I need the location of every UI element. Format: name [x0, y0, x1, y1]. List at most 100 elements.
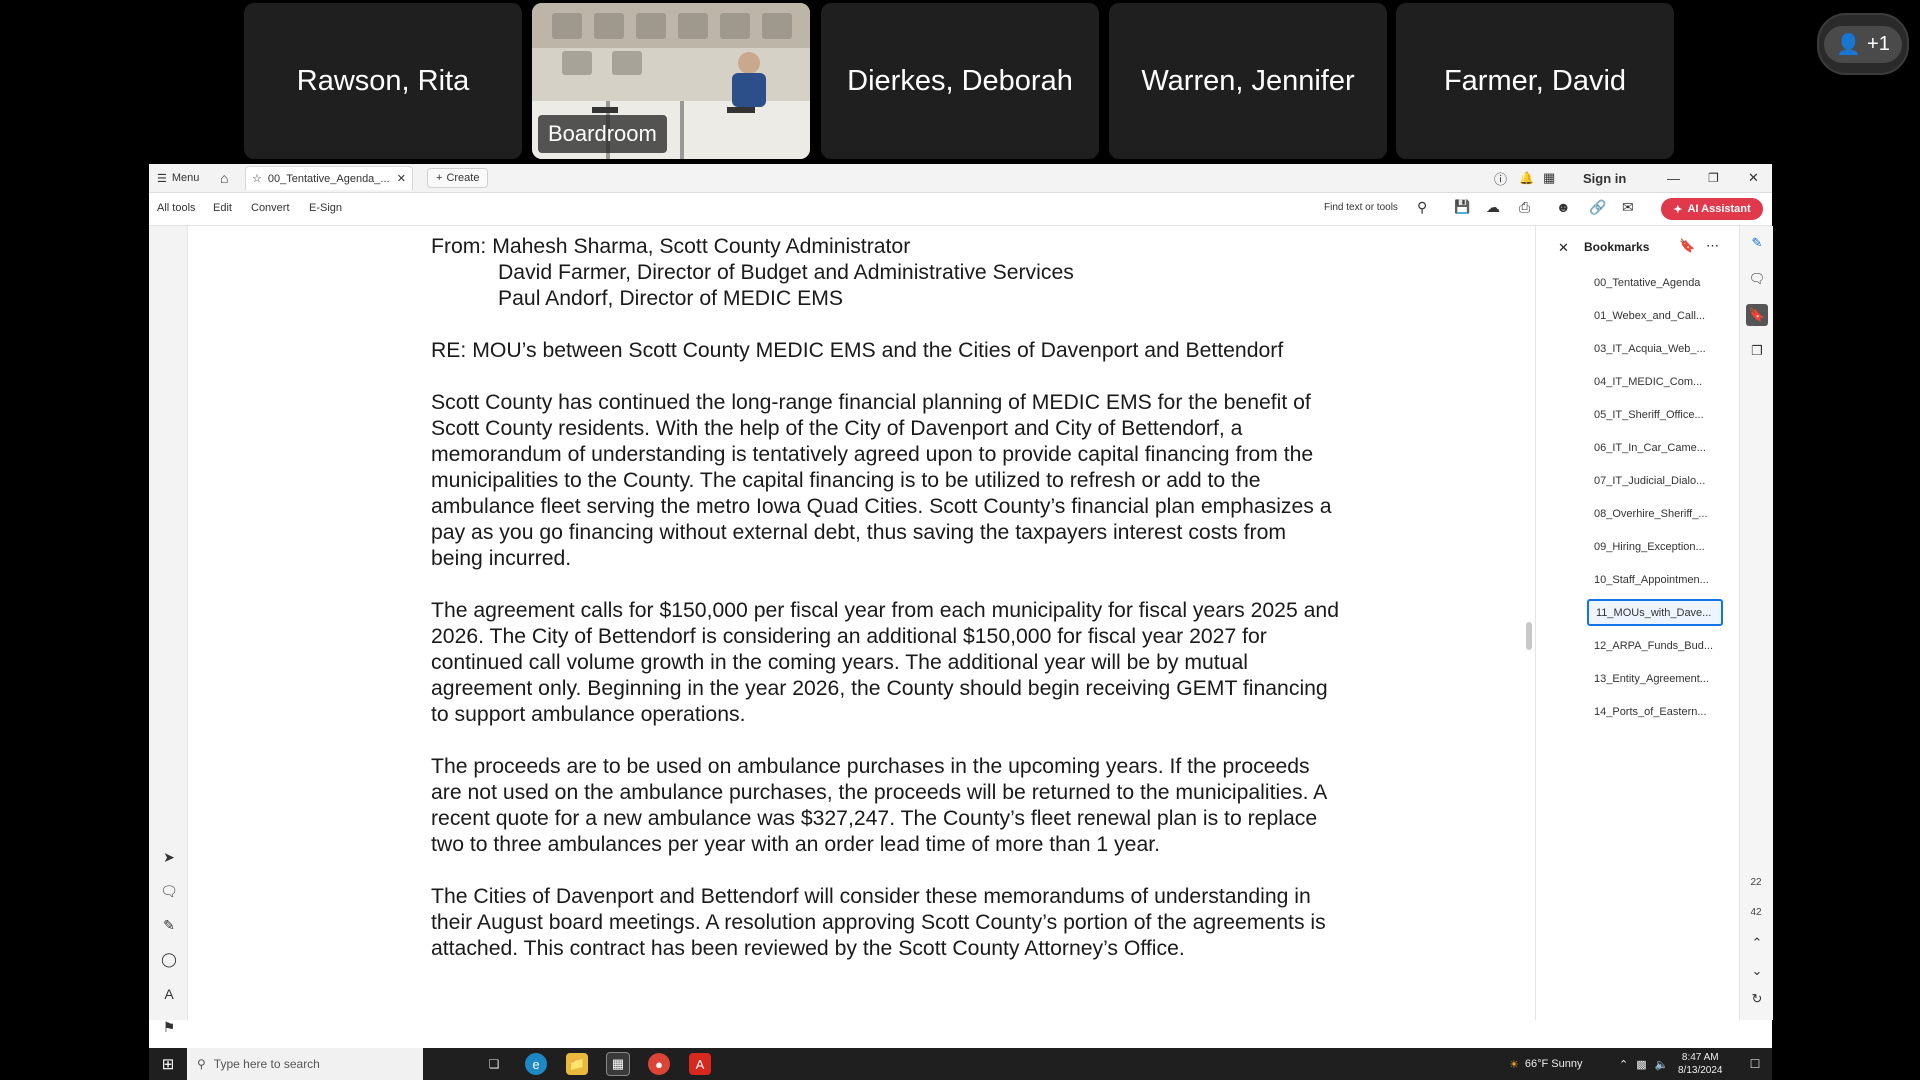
- minimize-icon[interactable]: —: [1667, 164, 1680, 192]
- network-icon[interactable]: ▩: [1636, 1058, 1646, 1071]
- notifications-icon[interactable]: ☐: [1742, 1048, 1768, 1080]
- current-page-number[interactable]: 22: [1743, 877, 1769, 888]
- text-line: memorandum of understanding is tentative…: [431, 443, 1314, 466]
- store-icon[interactable]: ▦: [603, 1048, 633, 1080]
- comment-icon[interactable]: 🗨: [1746, 268, 1768, 290]
- bookmark-item[interactable]: 14_Ports_of_Eastern...: [1587, 698, 1723, 725]
- close-panel-icon[interactable]: ✕: [1558, 240, 1569, 256]
- more-participants-button[interactable]: 👤 +1: [1817, 13, 1909, 75]
- bookmark-item[interactable]: 05_IT_Sheriff_Office...: [1587, 401, 1723, 428]
- system-tray: ⌃ ▩ 🔈: [1619, 1048, 1668, 1080]
- draw-shape-icon[interactable]: ◯: [158, 948, 180, 971]
- system-clock[interactable]: 8:47 AM 8/13/2024: [1678, 1051, 1723, 1077]
- text-box-icon[interactable]: A: [158, 982, 180, 1005]
- text-line: attached. This contract has been reviewe…: [431, 937, 1185, 960]
- document-page: From: Mahesh Sharma, Scott County Admini…: [431, 234, 1371, 962]
- document-view[interactable]: From: Mahesh Sharma, Scott County Admini…: [187, 226, 1661, 1020]
- participant-name: Farmer, David: [1443, 64, 1627, 97]
- notification-icon[interactable]: 🔔: [1519, 164, 1534, 192]
- bookmark-item[interactable]: 09_Hiring_Exception...: [1587, 533, 1723, 560]
- video-tile-boardroom[interactable]: Boardroom: [532, 3, 810, 159]
- left-tool-rail: ➤ 🗨 ✎ ◯ A ⚑ ⋯: [149, 226, 187, 1073]
- bookmark-item[interactable]: 13_Entity_Agreement...: [1587, 665, 1723, 692]
- select-cursor-icon[interactable]: ➤: [158, 846, 180, 869]
- close-tab-icon[interactable]: ✕: [397, 172, 406, 185]
- star-icon[interactable]: ☆: [252, 172, 262, 185]
- chrome-icon[interactable]: ●: [644, 1048, 674, 1080]
- help-icon[interactable]: ⓘ: [1494, 164, 1507, 192]
- menu-button[interactable]: ☰ Menu: [157, 164, 199, 192]
- print-icon[interactable]: ⎙: [1519, 199, 1530, 216]
- upload-cloud-icon[interactable]: ☁: [1486, 199, 1500, 216]
- weather-text: 66°F Sunny: [1524, 1058, 1583, 1070]
- bookmark-item[interactable]: 04_IT_MEDIC_Com...: [1587, 368, 1723, 395]
- bookmark-panel-icon[interactable]: 🔖: [1746, 304, 1768, 326]
- edit-pdf-icon[interactable]: ✎: [1746, 232, 1768, 254]
- rotate-icon[interactable]: ↻: [1746, 988, 1768, 1010]
- toolbar-all-tools[interactable]: All tools: [157, 202, 196, 214]
- pages-icon[interactable]: ❐: [1746, 340, 1768, 362]
- volume-icon[interactable]: 🔈: [1655, 1058, 1669, 1071]
- document-tab[interactable]: ☆ 00_Tentative_Agenda_... ✕: [245, 166, 413, 190]
- title-bar: ☰ Menu ⌂ ☆ 00_Tentative_Agenda_... ✕ + C…: [149, 164, 1772, 193]
- toolbar-convert[interactable]: Convert: [251, 202, 290, 214]
- bookmark-item[interactable]: 03_IT_Acquia_Web_...: [1587, 335, 1723, 362]
- vertical-scrollbar[interactable]: [1523, 226, 1535, 1020]
- bookmark-item[interactable]: 07_IT_Judicial_Dialo...: [1587, 467, 1723, 494]
- bookmark-item[interactable]: 10_Staff_Appointmen...: [1587, 566, 1723, 593]
- text-line: to support ambulance operations.: [431, 703, 746, 726]
- taskbar-search[interactable]: ⚲ Type here to search: [187, 1048, 423, 1080]
- menu-label: Menu: [171, 172, 200, 184]
- bookmark-item[interactable]: 12_ARPA_Funds_Bud...: [1587, 632, 1723, 659]
- create-button[interactable]: + Create: [427, 168, 489, 188]
- participant-tile[interactable]: Warren, Jennifer: [1109, 3, 1387, 159]
- participant-tile[interactable]: Dierkes, Deborah: [821, 3, 1099, 159]
- bookmarks-title: Bookmarks: [1584, 240, 1650, 254]
- bookmark-item[interactable]: 01_Webex_and_Call...: [1587, 302, 1723, 329]
- add-bookmark-icon[interactable]: 🔖: [1679, 238, 1695, 254]
- highlight-pen-icon[interactable]: ✎: [158, 914, 180, 937]
- total-pages: 42: [1750, 907, 1762, 918]
- add-comment-icon[interactable]: 🗨: [158, 880, 180, 903]
- edge-browser-icon[interactable]: e: [521, 1048, 551, 1080]
- stamp-icon[interactable]: ⚑: [158, 1016, 180, 1039]
- windows-start-icon[interactable]: ⊞: [155, 1048, 181, 1080]
- page-up-icon[interactable]: ⌃: [1746, 932, 1768, 954]
- create-label: Create: [446, 172, 480, 184]
- scrollbar-thumb[interactable]: [1526, 622, 1532, 650]
- find-text-or-tools[interactable]: Find text or tools: [1324, 202, 1398, 213]
- bookmark-item[interactable]: 00_Tentative_Agenda: [1587, 269, 1723, 296]
- ai-assistant-button[interactable]: ✦ AI Assistant: [1661, 198, 1763, 220]
- participant-tile[interactable]: Rawson, Rita: [244, 3, 522, 159]
- tray-chevron-icon[interactable]: ⌃: [1619, 1058, 1628, 1071]
- email-icon[interactable]: ✉: [1622, 199, 1634, 216]
- bookmark-item[interactable]: 06_IT_In_Car_Came...: [1587, 434, 1723, 461]
- restore-icon[interactable]: ❐: [1708, 164, 1719, 192]
- text-line: The Cities of Davenport and Bettendorf w…: [431, 885, 1311, 908]
- text-line: The agreement calls for $150,000 per fis…: [431, 599, 1339, 622]
- close-window-icon[interactable]: ✕: [1748, 164, 1759, 192]
- page-down-icon[interactable]: ⌄: [1746, 960, 1768, 982]
- participant-tile[interactable]: Farmer, David: [1396, 3, 1674, 159]
- bookmark-item[interactable]: 08_Overhire_Sheriff_...: [1587, 500, 1723, 527]
- home-icon[interactable]: ⌂: [220, 164, 228, 192]
- apps-grid-icon[interactable]: ▦: [1543, 164, 1555, 192]
- text-line: continued call volume growth in the comi…: [431, 651, 1248, 674]
- toolbar-esign[interactable]: E-Sign: [309, 202, 342, 214]
- share-people-icon[interactable]: ☻: [1556, 199, 1571, 215]
- text-line: pay as you go financing without external…: [431, 521, 1287, 544]
- acrobat-icon[interactable]: A: [685, 1048, 715, 1080]
- save-icon[interactable]: 💾: [1454, 199, 1470, 215]
- task-view-icon[interactable]: ❏: [479, 1048, 509, 1080]
- sign-in-button[interactable]: Sign in: [1583, 164, 1626, 192]
- link-icon[interactable]: 🔗: [1589, 199, 1606, 216]
- bookmark-item-active[interactable]: 11_MOUs_with_Dave...: [1587, 599, 1723, 626]
- search-icon[interactable]: ⚲: [1417, 199, 1427, 216]
- memo-from-line: Paul Andorf, Director of MEDIC EMS: [498, 287, 843, 310]
- more-options-icon[interactable]: ⋯: [1706, 238, 1719, 254]
- weather-widget[interactable]: ☀ 66°F Sunny: [1509, 1048, 1582, 1080]
- file-explorer-icon[interactable]: 📁: [562, 1048, 592, 1080]
- bookmarks-header: ✕ Bookmarks 🔖 ⋯: [1536, 236, 1740, 260]
- toolbar-edit[interactable]: Edit: [213, 202, 232, 214]
- text-line: agreement only. Beginning in the year 20…: [431, 677, 1328, 700]
